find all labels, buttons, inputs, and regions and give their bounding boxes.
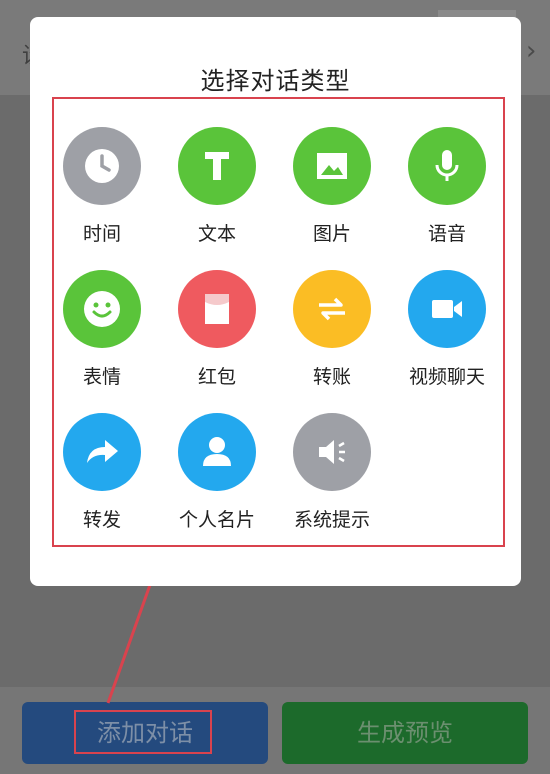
video-camera-icon [408, 270, 486, 348]
type-option-text[interactable]: 文本 [162, 127, 272, 246]
type-option-voice[interactable]: 语音 [392, 127, 502, 246]
transfer-icon [293, 270, 371, 348]
type-option-label: 转账 [312, 366, 351, 388]
microphone-icon [408, 127, 486, 205]
dialogue-type-dialog: 选择对话类型 时间 文本 图片 语音 表情 红包 转账 视频聊天 转发 个人名片… [30, 17, 521, 586]
speaker-icon [293, 413, 371, 491]
type-option-label: 红包 [197, 366, 236, 388]
type-option-image[interactable]: 图片 [277, 127, 387, 246]
type-option-forward[interactable]: 转发 [47, 413, 157, 532]
type-option-red-packet[interactable]: 红包 [162, 270, 272, 389]
type-option-emoji[interactable]: 表情 [47, 270, 157, 389]
type-option-label: 图片 [312, 223, 351, 245]
type-option-time[interactable]: 时间 [47, 127, 157, 246]
type-option-label: 语音 [427, 223, 466, 245]
smiley-icon [63, 270, 141, 348]
image-icon [293, 127, 371, 205]
clock-icon [63, 127, 141, 205]
text-icon [178, 127, 256, 205]
type-option-label: 文本 [197, 223, 236, 245]
person-icon [178, 413, 256, 491]
type-option-label: 转发 [82, 509, 121, 531]
type-option-label: 表情 [82, 366, 121, 388]
forward-arrow-icon [63, 413, 141, 491]
type-option-business-card[interactable]: 个人名片 [162, 413, 272, 532]
type-option-system-notice[interactable]: 系统提示 [277, 413, 387, 532]
red-packet-icon [178, 270, 256, 348]
dialog-title: 选择对话类型 [200, 67, 351, 95]
type-option-label: 时间 [82, 223, 121, 245]
type-option-label: 视频聊天 [408, 366, 485, 388]
type-option-transfer[interactable]: 转账 [277, 270, 387, 389]
type-option-video-chat[interactable]: 视频聊天 [392, 270, 502, 389]
type-option-label: 个人名片 [178, 509, 255, 531]
type-option-label: 系统提示 [293, 509, 370, 531]
